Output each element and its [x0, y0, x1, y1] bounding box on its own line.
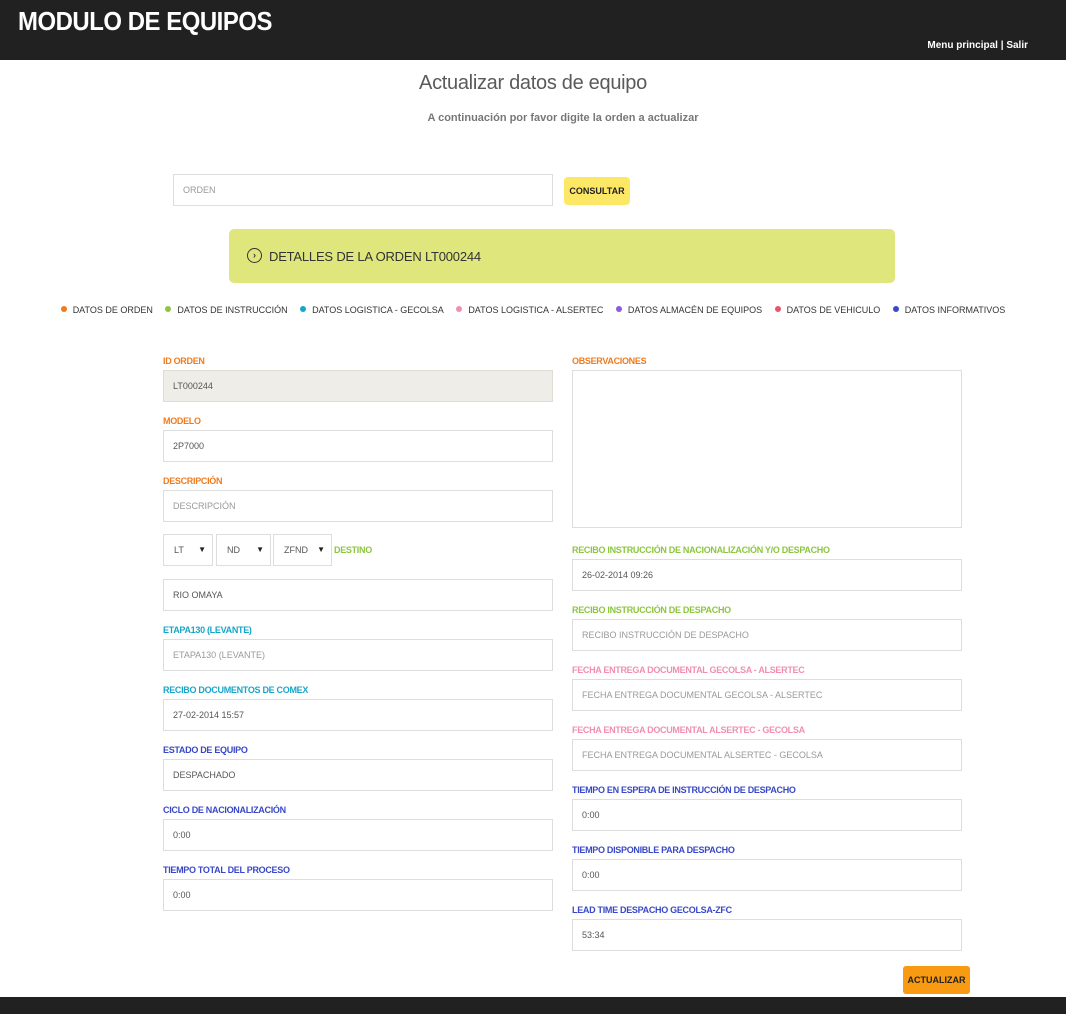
order-details-bar[interactable]: › DETALLES DE LA ORDEN LT000244: [229, 229, 895, 283]
page-subtitle: A continuación por favor digite la orden…: [427, 112, 699, 124]
legend-item: DATOS LOGISTICA - ALSERTEC: [456, 305, 603, 315]
zona-select[interactable]: ZFND ▼: [273, 534, 332, 566]
lead-time-field[interactable]: 53:34: [572, 919, 962, 951]
lead-time-label: LEAD TIME DESPACHO GECOLSA-ZFC: [572, 905, 732, 915]
menu-principal-link[interactable]: Menu principal: [927, 40, 998, 51]
nd-select[interactable]: ND ▼: [216, 534, 271, 566]
destino-field[interactable]: RIO OMAYA: [163, 579, 553, 611]
legend-label: DATOS INFORMATIVOS: [904, 305, 1006, 315]
salir-link[interactable]: Salir: [1006, 40, 1028, 51]
chevron-right-circle-icon: ›: [247, 248, 262, 263]
estado-equipo-field[interactable]: DESPACHADO: [163, 759, 553, 791]
observaciones-textarea[interactable]: [572, 370, 962, 528]
fecha-alsertec-gecolsa-field[interactable]: FECHA ENTREGA DOCUMENTAL ALSERTEC - GECO…: [572, 739, 962, 771]
legend-dot: [165, 306, 172, 312]
dropdown-arrow-icon: ▼: [317, 545, 325, 554]
recibo-comex-label: RECIBO DOCUMENTOS DE COMEX: [163, 685, 309, 695]
tiempo-espera-field[interactable]: 0:00: [572, 799, 962, 831]
top-bar: MODULO DE EQUIPOS Menu principal | Salir: [0, 0, 1066, 60]
etapa130-label: ETAPA130 (LEVANTE): [163, 625, 252, 635]
app-title: MODULO DE EQUIPOS: [18, 6, 272, 36]
consultar-button[interactable]: CONSULTAR: [564, 177, 630, 205]
legend-label: DATOS LOGISTICA - ALSERTEC: [468, 305, 604, 315]
estado-equipo-label: ESTADO DE EQUIPO: [163, 745, 248, 755]
zona-select-value: ZFND: [284, 545, 308, 555]
recibo-inst-nac-label: RECIBO INSTRUCCIÓN DE NACIONALIZACIÓN Y/…: [572, 545, 830, 555]
order-details-title: DETALLES DE LA ORDEN LT000244: [269, 249, 481, 264]
legend-label: DATOS LOGISTICA - GECOLSA: [312, 305, 444, 315]
etapa130-field[interactable]: ETAPA130 (LEVANTE): [163, 639, 553, 671]
tipo-select[interactable]: LT ▼: [163, 534, 213, 566]
modelo-label: MODELO: [163, 416, 201, 426]
legend: DATOS DE ORDEN DATOS DE INSTRUCCIÓN DATO…: [0, 305, 1066, 315]
modelo-field[interactable]: 2P7000: [163, 430, 553, 462]
legend-dot: [774, 306, 781, 312]
descripcion-label: DESCRIPCIÓN: [163, 476, 223, 486]
tiempo-total-field[interactable]: 0:00: [163, 879, 553, 911]
tiempo-total-label: TIEMPO TOTAL DEL PROCESO: [163, 865, 290, 875]
legend-label: DATOS ALMACÉN DE EQUIPOS: [627, 305, 763, 315]
dropdown-arrow-icon: ▼: [198, 545, 206, 554]
top-nav: Menu principal | Salir: [927, 40, 1028, 51]
legend-dot: [892, 306, 899, 312]
tiempo-espera-label: TIEMPO EN ESPERA DE INSTRUCCIÓN DE DESPA…: [572, 785, 796, 795]
fecha-gecolsa-alsertec-field[interactable]: FECHA ENTREGA DOCUMENTAL GECOLSA - ALSER…: [572, 679, 962, 711]
fecha-gecolsa-alsertec-label: FECHA ENTREGA DOCUMENTAL GECOLSA - ALSER…: [572, 665, 805, 675]
legend-item: DATOS ALMACÉN DE EQUIPOS: [615, 305, 763, 315]
legend-label: DATOS DE INSTRUCCIÓN: [177, 305, 288, 315]
descripcion-field[interactable]: DESCRIPCIÓN: [163, 490, 553, 522]
nd-select-value: ND: [227, 545, 240, 555]
tiempo-disponible-field[interactable]: 0:00: [572, 859, 962, 891]
recibo-comex-field[interactable]: 27-02-2014 15:57: [163, 699, 553, 731]
fecha-alsertec-gecolsa-label: FECHA ENTREGA DOCUMENTAL ALSERTEC - GECO…: [572, 725, 805, 735]
id-orden-label: ID ORDEN: [163, 356, 205, 366]
orden-search-input[interactable]: [173, 174, 553, 206]
destino-label: DESTINO: [334, 545, 372, 555]
recibo-inst-nac-field[interactable]: 26-02-2014 09:26: [572, 559, 962, 591]
legend-dot: [615, 306, 622, 312]
legend-item: DATOS DE ORDEN: [60, 305, 153, 315]
legend-dot: [456, 306, 463, 312]
recibo-inst-despacho-field[interactable]: RECIBO INSTRUCCIÓN DE DESPACHO: [572, 619, 962, 651]
page-title: Actualizar datos de equipo: [419, 72, 647, 94]
legend-item: DATOS DE INSTRUCCIÓN: [165, 305, 288, 315]
ciclo-nacionalizacion-field[interactable]: 0:00: [163, 819, 553, 851]
dropdown-arrow-icon: ▼: [256, 545, 264, 554]
legend-item: DATOS DE VEHICULO: [774, 305, 881, 315]
footer-bar: [0, 997, 1066, 1014]
legend-item: DATOS INFORMATIVOS: [892, 305, 1006, 315]
observaciones-label: OBSERVACIONES: [572, 356, 647, 366]
legend-label: DATOS DE VEHICULO: [786, 305, 881, 315]
legend-dot: [300, 306, 307, 312]
legend-label: DATOS DE ORDEN: [72, 305, 153, 315]
actualizar-button[interactable]: ACTUALIZAR: [903, 966, 970, 994]
tiempo-disponible-label: TIEMPO DISPONIBLE PARA DESPACHO: [572, 845, 735, 855]
tipo-select-value: LT: [174, 545, 184, 555]
id-orden-field[interactable]: LT000244: [163, 370, 553, 402]
ciclo-nacionalizacion-label: CICLO DE NACIONALIZACIÓN: [163, 805, 286, 815]
recibo-inst-despacho-label: RECIBO INSTRUCCIÓN DE DESPACHO: [572, 605, 731, 615]
legend-item: DATOS LOGISTICA - GECOLSA: [300, 305, 444, 315]
legend-dot: [60, 306, 67, 312]
